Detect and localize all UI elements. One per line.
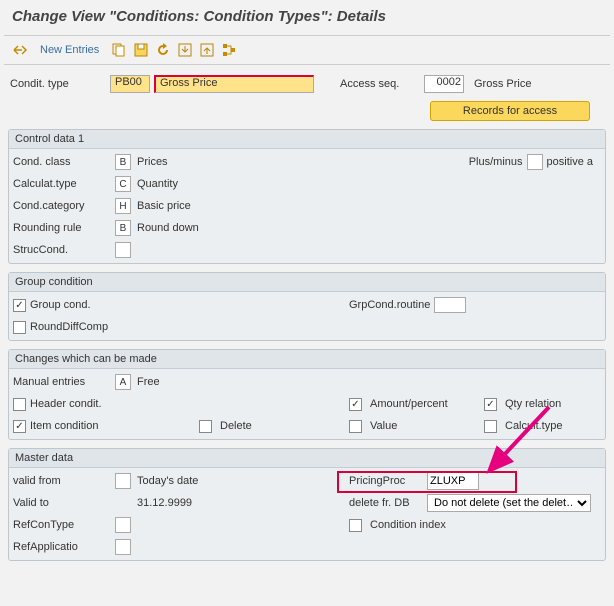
- structure-icon[interactable]: [221, 42, 237, 58]
- annotation-box: [337, 471, 517, 493]
- header-condit-checkbox[interactable]: [13, 398, 26, 411]
- grp-routine-input[interactable]: [434, 297, 466, 313]
- access-seq-label: Access seq.: [340, 78, 420, 90]
- group-cond-label: Group cond.: [30, 299, 91, 311]
- struc-code[interactable]: [115, 242, 131, 258]
- plus-minus-label: Plus/minus: [469, 156, 523, 168]
- group-condition-title: Group condition: [9, 273, 605, 292]
- calc-type-code[interactable]: C: [115, 176, 131, 192]
- struc-label: StrucCond.: [13, 244, 115, 256]
- round-diff-label: RoundDiffComp: [30, 321, 108, 333]
- cond-class-desc: Prices: [131, 156, 168, 168]
- access-seq-desc: Gross Price: [468, 78, 531, 90]
- valid-from-val: Today's date: [131, 475, 198, 487]
- valid-from-code[interactable]: [115, 473, 131, 489]
- calc-type-label: Calculat.type: [13, 178, 115, 190]
- cond-cat-desc: Basic price: [131, 200, 191, 212]
- group-condition-group: Group condition ✓ Group cond. GrpCond.ro…: [8, 272, 606, 341]
- manual-code[interactable]: A: [115, 374, 131, 390]
- calc-checkbox[interactable]: [484, 420, 497, 433]
- item-condition-label: Item condition: [30, 420, 180, 432]
- group-cond-checkbox[interactable]: ✓: [13, 299, 26, 312]
- master-data-group: Master data valid from Today's date Pric…: [8, 448, 606, 561]
- delete-db-label: delete fr. DB: [349, 497, 423, 509]
- amount-checkbox[interactable]: ✓: [349, 398, 362, 411]
- round-diff-checkbox[interactable]: [13, 321, 26, 334]
- cond-index-checkbox[interactable]: [349, 519, 362, 532]
- cond-class-code[interactable]: B: [115, 154, 131, 170]
- cond-cat-label: Cond.category: [13, 200, 115, 212]
- value-checkbox[interactable]: [349, 420, 362, 433]
- condit-type-desc[interactable]: Gross Price: [154, 75, 314, 93]
- qty-checkbox[interactable]: ✓: [484, 398, 497, 411]
- manual-label: Manual entries: [13, 376, 115, 388]
- rounding-desc: Round down: [131, 222, 199, 234]
- control-data-group: Control data 1 Cond. class B Prices Plus…: [8, 129, 606, 264]
- plus-minus-code[interactable]: [527, 154, 543, 170]
- page-title: Change View "Conditions: Condition Types…: [4, 4, 610, 36]
- refapp-input[interactable]: [115, 539, 131, 555]
- rounding-code[interactable]: B: [115, 220, 131, 236]
- master-data-title: Master data: [9, 449, 605, 468]
- valid-to-val: 31.12.9999: [115, 497, 192, 509]
- delete-db-select[interactable]: Do not delete (set the delet…: [427, 494, 591, 512]
- manual-desc: Free: [131, 376, 160, 388]
- valid-from-label: valid from: [13, 475, 115, 487]
- import-icon[interactable]: [177, 42, 193, 58]
- cond-index-label: Condition index: [370, 519, 446, 531]
- toolbar: New Entries: [4, 36, 610, 65]
- new-entries-button[interactable]: New Entries: [40, 44, 99, 56]
- qty-label: Qty relation: [505, 398, 561, 410]
- changes-title: Changes which can be made: [9, 350, 605, 369]
- access-seq-code[interactable]: 0002: [424, 75, 464, 93]
- changes-group: Changes which can be made Manual entries…: [8, 349, 606, 440]
- grp-routine-label: GrpCond.routine: [349, 299, 430, 311]
- records-for-access-button[interactable]: Records for access: [430, 101, 590, 121]
- refcon-input[interactable]: [115, 517, 131, 533]
- undo-icon[interactable]: [155, 42, 171, 58]
- item-condition-checkbox[interactable]: ✓: [13, 420, 26, 433]
- condit-type-code[interactable]: PB00: [110, 75, 150, 93]
- refapp-label: RefApplicatio: [13, 541, 115, 553]
- value-label: Value: [370, 420, 480, 432]
- calc-type-desc: Quantity: [131, 178, 178, 190]
- export-icon[interactable]: [199, 42, 215, 58]
- rounding-label: Rounding rule: [13, 222, 115, 234]
- delete-label: Delete: [220, 420, 252, 432]
- copy-icon[interactable]: [111, 42, 127, 58]
- calc-label: Calcult.type: [505, 420, 562, 432]
- cond-cat-code[interactable]: H: [115, 198, 131, 214]
- amount-label: Amount/percent: [370, 398, 480, 410]
- header-row: Condit. type PB00 Gross Price Access seq…: [4, 65, 610, 97]
- valid-to-label: Valid to: [13, 497, 115, 509]
- condit-type-label: Condit. type: [10, 78, 106, 90]
- plus-minus-desc: positive a: [547, 156, 593, 168]
- refcon-label: RefConType: [13, 519, 115, 531]
- header-condit-label: Header condit.: [30, 398, 180, 410]
- save-icon[interactable]: [133, 42, 149, 58]
- cond-class-label: Cond. class: [13, 156, 115, 168]
- delete-checkbox[interactable]: [199, 420, 212, 433]
- control-data-title: Control data 1: [9, 130, 605, 149]
- toggle-icon[interactable]: [12, 42, 28, 58]
